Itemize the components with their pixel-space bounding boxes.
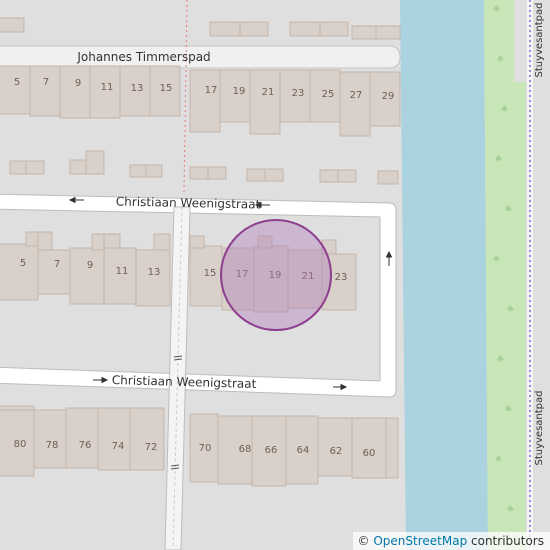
house-number: 23 bbox=[335, 272, 348, 283]
house-number: 70 bbox=[199, 443, 212, 454]
house-number: 7 bbox=[54, 259, 60, 270]
house-number: 7 bbox=[43, 77, 49, 88]
house-number: 66 bbox=[265, 445, 278, 456]
attribution-suffix: contributors bbox=[471, 534, 544, 548]
house-number: 15 bbox=[204, 268, 217, 279]
house-number: 72 bbox=[145, 442, 158, 453]
house-number: 19 bbox=[233, 86, 246, 97]
house-number: 23 bbox=[292, 88, 305, 99]
house-number: 68 bbox=[239, 444, 252, 455]
svg-text:♠: ♠ bbox=[494, 154, 503, 165]
house-number: 11 bbox=[101, 82, 114, 93]
house-number: 74 bbox=[112, 441, 125, 452]
house-number: 11 bbox=[116, 266, 129, 277]
street-label-stuyvesantpad-upper: Stuyvesantpad bbox=[534, 2, 545, 77]
house-number: 60 bbox=[363, 448, 376, 459]
svg-text:♠: ♠ bbox=[496, 54, 505, 65]
house-number: 9 bbox=[75, 78, 81, 89]
sheds bbox=[9, 150, 399, 185]
path-dashed-red bbox=[183, 0, 188, 193]
house-number: 5 bbox=[14, 77, 20, 88]
house-number: 80 bbox=[14, 439, 27, 450]
canal-water bbox=[400, 0, 488, 550]
svg-text:♠: ♠ bbox=[504, 404, 513, 415]
map-canvas[interactable]: ♠ ♠ ♠ ♠ ♠ ♠ ♠ ♠ ♠ ♠ ♠ 5 7 9 11 13 15 17 19 21 2… bbox=[0, 0, 550, 550]
house-number: 21 bbox=[262, 87, 275, 98]
house-number: 17 bbox=[205, 85, 218, 96]
buildings-row1 bbox=[0, 65, 401, 137]
grass-strip bbox=[484, 0, 526, 550]
house-number: 62 bbox=[330, 446, 343, 457]
house-number: 27 bbox=[350, 90, 363, 101]
svg-text:♠: ♠ bbox=[504, 204, 513, 215]
map-attribution: © OpenStreetMap contributors bbox=[352, 532, 550, 550]
house-number: 13 bbox=[148, 267, 161, 278]
svg-text:♠: ♠ bbox=[492, 254, 501, 265]
svg-text:♠: ♠ bbox=[494, 454, 503, 465]
house-number: 15 bbox=[160, 83, 173, 94]
svg-text:♠: ♠ bbox=[506, 504, 515, 515]
map-view[interactable]: ♠ ♠ ♠ ♠ ♠ ♠ ♠ ♠ ♠ ♠ ♠ 5 7 9 11 13 15 17 … bbox=[0, 0, 550, 550]
location-marker[interactable] bbox=[220, 219, 332, 331]
house-number: 29 bbox=[382, 91, 395, 102]
svg-text:♠: ♠ bbox=[496, 354, 505, 365]
copyright-symbol: © bbox=[357, 534, 370, 548]
street-label-stuyvesantpad-lower: Stuyvesantpad bbox=[534, 390, 545, 465]
svg-text:♠: ♠ bbox=[506, 304, 515, 315]
house-number: 9 bbox=[87, 260, 93, 271]
openstreetmap-link[interactable]: OpenStreetMap bbox=[373, 534, 467, 548]
house-number: 13 bbox=[131, 83, 144, 94]
house-number: 78 bbox=[46, 440, 59, 451]
street-label-johannes-timmerspad: Johannes Timmerspad bbox=[76, 50, 210, 64]
svg-text:♠: ♠ bbox=[492, 4, 501, 15]
svg-text:♠: ♠ bbox=[500, 104, 509, 115]
house-number: 76 bbox=[79, 440, 92, 451]
buildings-top-edge bbox=[0, 17, 401, 40]
house-number: 64 bbox=[297, 445, 310, 456]
house-number: 5 bbox=[20, 258, 26, 269]
house-number: 25 bbox=[322, 89, 335, 100]
